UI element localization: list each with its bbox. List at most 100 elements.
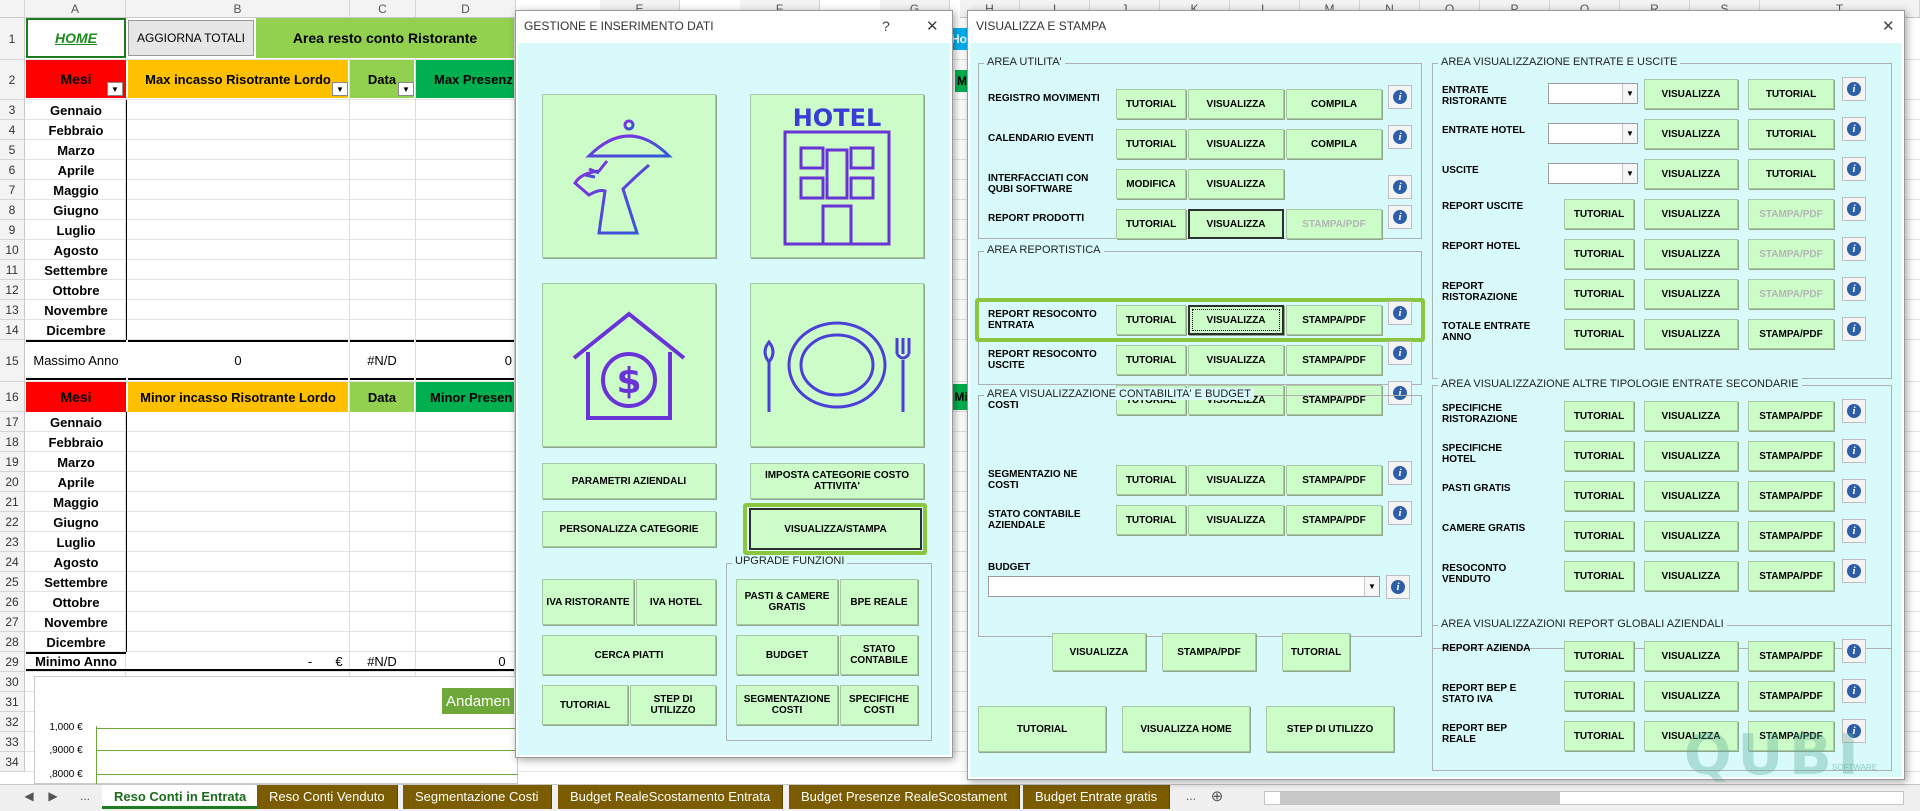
- iva-hotel-button[interactable]: IVA HOTEL: [636, 579, 716, 625]
- stato-contabile-button[interactable]: STATO CONTABILE: [840, 635, 918, 675]
- row-header[interactable]: 2: [0, 60, 25, 100]
- row-header[interactable]: 10: [0, 240, 25, 260]
- visualizza-button[interactable]: VISUALIZZA: [1644, 279, 1738, 309]
- compila-button[interactable]: COMPILA: [1286, 129, 1382, 159]
- row-header[interactable]: 28: [0, 632, 25, 652]
- visualizza-button[interactable]: VISUALIZZA: [1188, 465, 1284, 495]
- info-icon[interactable]: i: [1388, 301, 1412, 325]
- row-header[interactable]: 29: [0, 652, 25, 672]
- info-icon[interactable]: i: [1842, 117, 1866, 141]
- budget-select[interactable]: ▼: [988, 576, 1380, 597]
- tutorial-button[interactable]: TUTORIAL: [1116, 345, 1186, 375]
- info-icon[interactable]: i: [1388, 205, 1412, 229]
- tab-budget-reale-entrata[interactable]: Budget RealeScostamento Entrata: [558, 785, 784, 809]
- tutorial-button[interactable]: TUTORIAL: [1748, 159, 1834, 189]
- row-header[interactable]: 33: [0, 732, 25, 752]
- info-icon[interactable]: i: [1842, 479, 1866, 503]
- entrate-select[interactable]: ▼: [1548, 123, 1638, 144]
- tutorial-button[interactable]: TUTORIAL: [1564, 319, 1634, 349]
- budget-button[interactable]: BUDGET: [736, 635, 838, 675]
- tutorial-button[interactable]: TUTORIAL: [1748, 79, 1834, 109]
- row-header[interactable]: 32: [0, 712, 25, 732]
- tutorial-button[interactable]: TUTORIAL: [1116, 465, 1186, 495]
- tab-reso-conti-venduto[interactable]: Reso Conti Venduto: [257, 785, 398, 809]
- visualizza-button[interactable]: VISUALIZZA: [1188, 345, 1284, 375]
- filter-arrow-icon[interactable]: ▼: [107, 82, 123, 96]
- stampa-pdf-button[interactable]: STAMPA/PDF: [1286, 345, 1382, 375]
- imposta-categorie-button[interactable]: IMPOSTA CATEGORIE COSTO ATTIVITA': [750, 463, 924, 499]
- tab-reso-conti-entrata[interactable]: Reso Conti in Entrata: [102, 785, 260, 809]
- row-header[interactable]: 6: [0, 160, 25, 180]
- tutorial-button[interactable]: TUTORIAL: [1564, 401, 1634, 431]
- column-header[interactable]: B: [126, 0, 350, 18]
- visualizza-button[interactable]: VISUALIZZA: [1188, 209, 1284, 239]
- visualizza-button[interactable]: VISUALIZZA: [1644, 401, 1738, 431]
- visualizza-button[interactable]: VISUALIZZA: [1188, 305, 1284, 335]
- step-utilizzo-button[interactable]: STEP DI UTILIZZO: [1266, 706, 1394, 752]
- row-header[interactable]: 22: [0, 512, 25, 532]
- row-header[interactable]: 25: [0, 572, 25, 592]
- tutorial-button[interactable]: TUTORIAL: [1564, 199, 1634, 229]
- close-icon[interactable]: ✕: [926, 17, 939, 35]
- stampa-pdf-button[interactable]: STAMPA/PDF: [1286, 505, 1382, 535]
- dropdown-arrow-icon[interactable]: ▼: [1622, 124, 1637, 143]
- info-icon[interactable]: i: [1842, 439, 1866, 463]
- tutorial-button[interactable]: TUTORIAL: [1564, 681, 1634, 711]
- step-utilizzo-button[interactable]: STEP DI UTILIZZO: [630, 685, 716, 725]
- row-header[interactable]: 3: [0, 100, 25, 120]
- row-header[interactable]: 5: [0, 140, 25, 160]
- stampa-pdf-button[interactable]: STAMPA/PDF: [1748, 521, 1834, 551]
- dropdown-arrow-icon[interactable]: ▼: [1364, 577, 1379, 596]
- pasti-camere-gratis-button[interactable]: PASTI & CAMERE GRATIS: [736, 579, 838, 625]
- tab-segmentazione-costi[interactable]: Segmentazione Costi: [403, 785, 552, 809]
- personalizza-categorie-button[interactable]: PERSONALIZZA CATEGORIE: [542, 511, 716, 547]
- info-icon[interactable]: i: [1842, 237, 1866, 261]
- tutorial-button[interactable]: TUTORIAL: [1564, 641, 1634, 671]
- info-icon[interactable]: i: [1842, 317, 1866, 341]
- entrate-select[interactable]: ▼: [1548, 163, 1638, 184]
- select-all-corner[interactable]: [0, 0, 25, 18]
- info-icon[interactable]: i: [1842, 559, 1866, 583]
- stampa-pdf-button[interactable]: STAMPA/PDF: [1748, 279, 1834, 309]
- bottom-tutorial-button[interactable]: TUTORIAL: [978, 706, 1106, 752]
- info-icon[interactable]: i: [1842, 197, 1866, 221]
- budget-tutorial-button[interactable]: TUTORIAL: [1282, 633, 1350, 671]
- row-header[interactable]: 16: [0, 382, 25, 412]
- row-header[interactable]: 34: [0, 752, 25, 772]
- info-icon[interactable]: i: [1386, 575, 1410, 599]
- visualizza-button[interactable]: VISUALIZZA: [1644, 481, 1738, 511]
- close-icon[interactable]: ✕: [1882, 17, 1895, 35]
- tutorial-button[interactable]: TUTORIAL: [1748, 119, 1834, 149]
- info-icon[interactable]: i: [1842, 157, 1866, 181]
- column-header[interactable]: C: [350, 0, 416, 18]
- tutorial-button[interactable]: TUTORIAL: [1564, 721, 1634, 751]
- visualizza-stampa-button[interactable]: VISUALIZZA/STAMPA: [749, 508, 922, 550]
- info-icon[interactable]: i: [1388, 85, 1412, 109]
- tabs-ellipsis-left[interactable]: ...: [76, 789, 94, 803]
- stampa-pdf-button[interactable]: STAMPA/PDF: [1748, 199, 1834, 229]
- row-header[interactable]: 31: [0, 692, 25, 712]
- info-icon[interactable]: i: [1388, 125, 1412, 149]
- visualizza-button[interactable]: VISUALIZZA: [1644, 159, 1738, 189]
- filter-arrow-icon[interactable]: ▼: [332, 82, 348, 96]
- stampa-pdf-button[interactable]: STAMPA/PDF: [1286, 465, 1382, 495]
- stampa-pdf-button[interactable]: STAMPA/PDF: [1748, 561, 1834, 591]
- visualizza-button[interactable]: VISUALIZZA: [1188, 89, 1284, 119]
- row-header[interactable]: 7: [0, 180, 25, 200]
- tutorial-button[interactable]: MODIFICA: [1116, 169, 1186, 199]
- visualizza-button[interactable]: VISUALIZZA: [1644, 199, 1738, 229]
- row-header[interactable]: 13: [0, 300, 25, 320]
- info-icon[interactable]: i: [1842, 639, 1866, 663]
- entrate-select[interactable]: ▼: [1548, 83, 1638, 104]
- visualizza-button[interactable]: VISUALIZZA: [1644, 79, 1738, 109]
- restaurant-service-button[interactable]: [542, 94, 716, 258]
- iva-ristorante-button[interactable]: IVA RISTORANTE: [542, 579, 634, 625]
- info-icon[interactable]: i: [1842, 77, 1866, 101]
- bpe-reale-button[interactable]: BPE REALE: [840, 579, 918, 625]
- tutorial-button[interactable]: TUTORIAL: [1564, 481, 1634, 511]
- info-icon[interactable]: i: [1842, 277, 1866, 301]
- row-header[interactable]: 11: [0, 260, 25, 280]
- row-header[interactable]: 30: [0, 672, 25, 692]
- stampa-pdf-button[interactable]: STAMPA/PDF: [1748, 681, 1834, 711]
- row-header[interactable]: 4: [0, 120, 25, 140]
